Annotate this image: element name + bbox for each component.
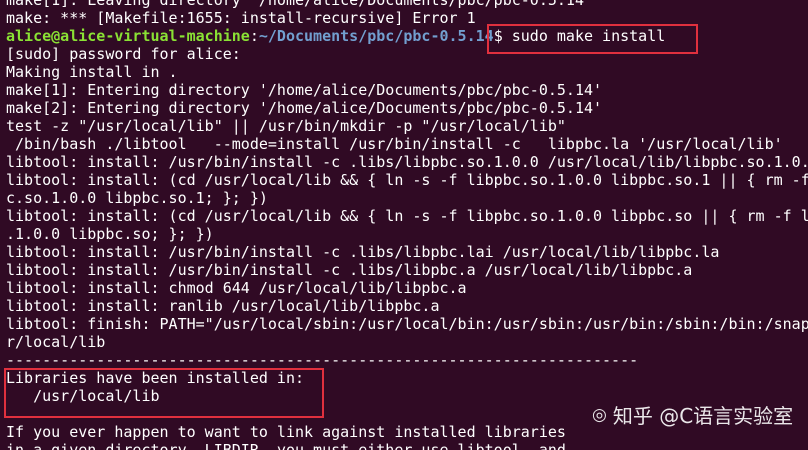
watermark: ◎ 知乎 @C语言实验室: [592, 400, 793, 429]
terminal-window[interactable]: make[1]: Leaving directory '/home/alice/…: [0, 0, 808, 450]
prompt-path: ~/Documents/pbc/pbc-0.5.14: [258, 27, 494, 45]
output-line: make[2]: Entering directory '/home/alice…: [6, 99, 603, 117]
watermark-text: 知乎 @C语言实验室: [612, 404, 794, 428]
output-line: r/local/lib: [6, 333, 106, 351]
output-line: libtool: install: ranlib /usr/local/lib/…: [6, 297, 440, 315]
output-line: libtool: install: (cd /usr/local/lib && …: [6, 171, 808, 189]
command-highlight-box: [487, 24, 698, 54]
output-line: libtool: install: /usr/bin/install -c .l…: [6, 243, 720, 261]
output-line: make[1]: Entering directory '/home/alice…: [6, 81, 603, 99]
zhihu-logo-icon: ◎: [592, 404, 607, 425]
output-line: make[1]: Leaving directory '/home/alice/…: [6, 0, 593, 9]
prompt-separator: :: [249, 27, 259, 45]
output-line: libtool: install: /usr/bin/install -c .l…: [6, 153, 808, 171]
output-line: .1.0.0 libpbc.so; }; }): [6, 225, 214, 243]
separator-line: ----------------------------------------…: [6, 351, 639, 369]
prompt-user-host: alice@alice-virtual-machine: [6, 27, 250, 45]
output-line: libtool: install: chmod 644 /usr/local/l…: [6, 279, 467, 297]
output-line: in a given directory, LIBDIR, you must e…: [6, 441, 566, 450]
output-line: libtool: finish: PATH="/usr/local/sbin:/…: [6, 315, 808, 333]
install-path-highlight-box: [4, 368, 324, 418]
output-line: libtool: install: /usr/bin/install -c .l…: [6, 261, 693, 279]
output-line: libtool: install: (cd /usr/local/lib && …: [6, 207, 808, 225]
output-line: test -z "/usr/local/lib" || /usr/bin/mkd…: [6, 117, 566, 135]
output-line: Making install in .: [6, 63, 178, 81]
output-line: /bin/bash ./libtool --mode=install /usr/…: [6, 135, 783, 153]
output-line: c.so.1.0.0 libpbc.so.1; }; }): [6, 189, 268, 207]
